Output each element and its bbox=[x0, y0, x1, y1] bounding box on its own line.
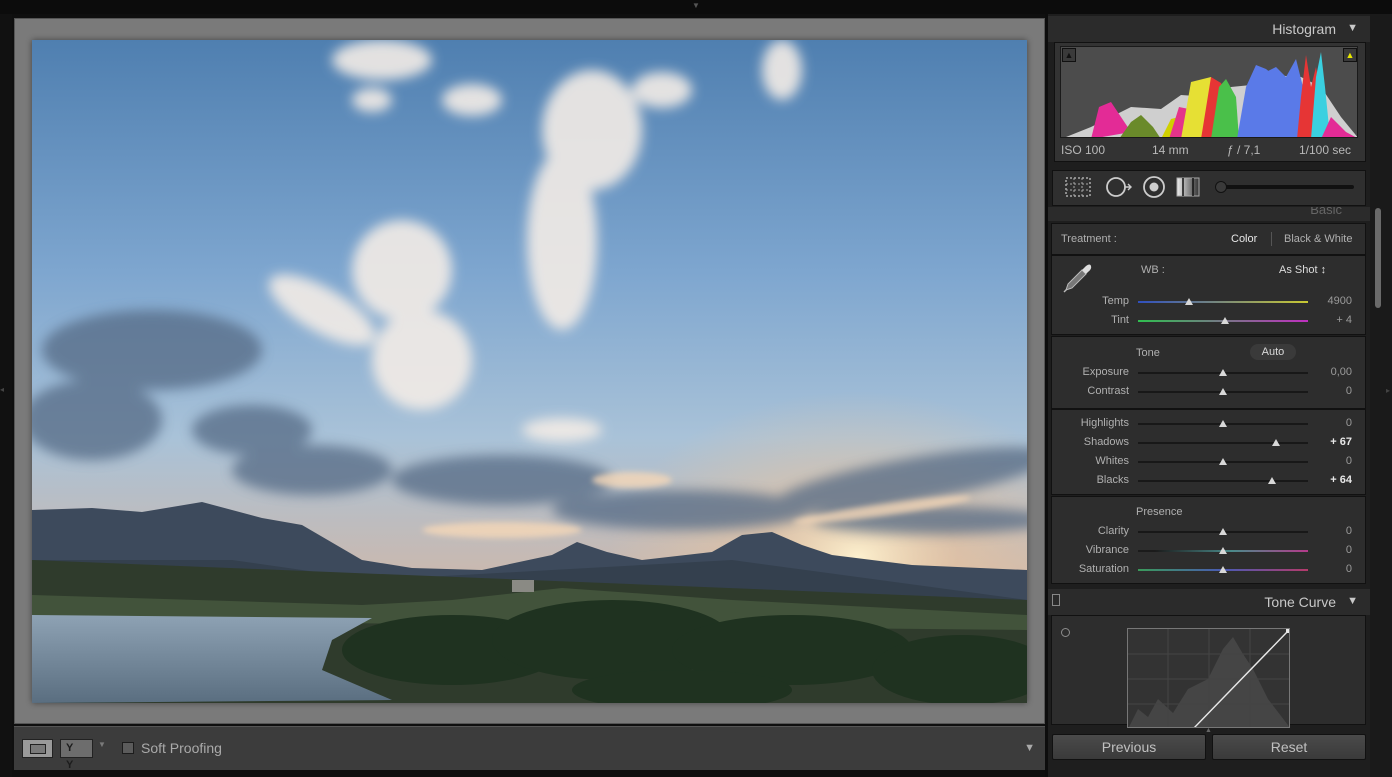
before-after-dropdown-icon[interactable]: ▼ bbox=[98, 740, 106, 749]
clarity-slider-handle[interactable] bbox=[1219, 528, 1227, 535]
crop-overlay-icon[interactable] bbox=[1064, 175, 1092, 199]
tint-slider-handle[interactable] bbox=[1220, 317, 1229, 324]
soft-proofing-label: Soft Proofing bbox=[141, 740, 222, 756]
highlights-label: Highlights bbox=[1080, 417, 1129, 429]
presence-label: Presence bbox=[1136, 506, 1183, 518]
basic-title: Basic bbox=[1310, 207, 1342, 217]
blacks-slider-handle[interactable] bbox=[1268, 477, 1277, 484]
saturation-label: Saturation bbox=[1078, 563, 1129, 575]
exif-iso: ISO 100 bbox=[1061, 143, 1106, 157]
shadows-slider-handle[interactable] bbox=[1271, 439, 1280, 446]
basic-header[interactable]: Basic bbox=[1048, 207, 1370, 221]
shadows-slider-track[interactable] bbox=[1138, 442, 1308, 444]
treatment-color-option[interactable]: Color bbox=[1231, 233, 1257, 245]
whites-label: Whites bbox=[1095, 455, 1129, 467]
histogram-plot bbox=[1060, 46, 1358, 138]
left-panel-toggle-icon[interactable]: ◂ bbox=[0, 385, 4, 394]
highlights-slider-handle[interactable] bbox=[1219, 420, 1227, 427]
tone-curve-graph[interactable] bbox=[1127, 628, 1290, 728]
treatment-separator bbox=[1271, 232, 1272, 246]
loupe-view-icon bbox=[30, 744, 46, 754]
histogram-title: Histogram bbox=[1272, 21, 1336, 37]
graduated-filter-icon[interactable] bbox=[1174, 175, 1202, 199]
histogram-header[interactable]: Histogram ▼ bbox=[1048, 16, 1370, 42]
panel-end-mark-icon: ▲ bbox=[1205, 727, 1212, 734]
shadows-value[interactable]: + 67 bbox=[1310, 436, 1352, 448]
exif-focal-length: 14 mm bbox=[1152, 143, 1189, 157]
tone-label: Tone bbox=[1136, 347, 1160, 359]
wb-label: WB : bbox=[1141, 264, 1165, 276]
exposure-slider-handle[interactable] bbox=[1219, 369, 1227, 376]
exif-aperture: ƒ / 7,1 bbox=[1227, 143, 1261, 157]
previous-button[interactable]: Previous bbox=[1052, 734, 1206, 760]
whites-value[interactable]: 0 bbox=[1310, 455, 1352, 467]
before-after-button[interactable]: Y Y bbox=[60, 739, 93, 771]
scrollbar-thumb[interactable] bbox=[1375, 208, 1381, 308]
spot-removal-icon[interactable] bbox=[1104, 175, 1132, 199]
loupe-view-button[interactable] bbox=[22, 739, 53, 758]
collapse-triangle-icon: ▼ bbox=[1347, 22, 1358, 34]
blacks-value[interactable]: + 64 bbox=[1310, 474, 1352, 486]
targeted-adjustment-icon[interactable] bbox=[1061, 628, 1070, 637]
vibrance-label: Vibrance bbox=[1085, 544, 1129, 556]
contrast-value[interactable]: 0 bbox=[1310, 385, 1352, 397]
reset-button[interactable]: Reset bbox=[1212, 734, 1366, 760]
temp-label: Temp bbox=[1102, 295, 1129, 307]
red-eye-icon[interactable] bbox=[1140, 175, 1168, 199]
treatment-label: Treatment : bbox=[1061, 233, 1117, 245]
blacks-slider-track[interactable] bbox=[1138, 480, 1308, 482]
exposure-value[interactable]: 0,00 bbox=[1310, 366, 1352, 378]
soft-proofing-checkbox[interactable] bbox=[122, 742, 134, 754]
toolbar-menu-icon[interactable]: ▼ bbox=[1024, 742, 1035, 754]
tint-value[interactable]: + 4 bbox=[1310, 314, 1352, 326]
panel-switch-icon[interactable] bbox=[1052, 594, 1060, 606]
blacks-label: Blacks bbox=[1096, 474, 1129, 486]
highlights-value[interactable]: 0 bbox=[1310, 417, 1352, 429]
vibrance-slider-handle[interactable] bbox=[1219, 547, 1227, 554]
tone-curve-title: Tone Curve bbox=[1264, 594, 1336, 610]
highlight-clipping-icon[interactable]: ▲ bbox=[1343, 48, 1357, 62]
right-panel-scroll-area bbox=[1370, 14, 1392, 777]
adjustment-brush-icon[interactable] bbox=[1215, 181, 1227, 193]
temp-value[interactable]: 4900 bbox=[1310, 295, 1352, 307]
top-panel-toggle-icon[interactable]: ▼ bbox=[689, 2, 703, 10]
treatment-bw-option[interactable]: Black & White bbox=[1284, 233, 1352, 245]
shadow-clipping-icon[interactable]: ▲ bbox=[1062, 48, 1076, 62]
wb-select[interactable]: As Shot ↕ bbox=[1279, 264, 1326, 276]
left-panel-strip bbox=[0, 14, 12, 777]
right-panel-toggle-icon[interactable]: ▸ bbox=[1386, 386, 1390, 395]
clarity-label: Clarity bbox=[1097, 525, 1129, 537]
adjustment-brush-slider[interactable] bbox=[1218, 185, 1354, 189]
whites-slider-handle[interactable] bbox=[1219, 458, 1227, 465]
shadows-label: Shadows bbox=[1083, 436, 1129, 448]
white-balance-dropper-icon[interactable] bbox=[1060, 258, 1096, 294]
exif-shutter: 1/100 sec bbox=[1299, 143, 1352, 157]
image-toolbar: Y Y ▼ Soft Proofing ▼ bbox=[14, 726, 1045, 771]
contrast-slider-handle[interactable] bbox=[1219, 388, 1227, 395]
saturation-slider-handle[interactable] bbox=[1219, 566, 1227, 573]
photo-preview[interactable] bbox=[32, 40, 1027, 703]
collapse-triangle-icon: ▼ bbox=[1347, 595, 1358, 607]
tone-curve-header[interactable]: Tone Curve ▼ bbox=[1048, 589, 1370, 615]
vibrance-value[interactable]: 0 bbox=[1310, 544, 1352, 556]
auto-tone-button[interactable]: Auto bbox=[1250, 344, 1296, 360]
saturation-value[interactable]: 0 bbox=[1310, 563, 1352, 575]
clarity-value[interactable]: 0 bbox=[1310, 525, 1352, 537]
exposure-label: Exposure bbox=[1082, 366, 1129, 378]
temp-slider-track[interactable] bbox=[1138, 301, 1308, 303]
contrast-label: Contrast bbox=[1087, 385, 1129, 397]
tint-label: Tint bbox=[1111, 314, 1129, 326]
temp-slider-handle[interactable] bbox=[1185, 298, 1193, 305]
